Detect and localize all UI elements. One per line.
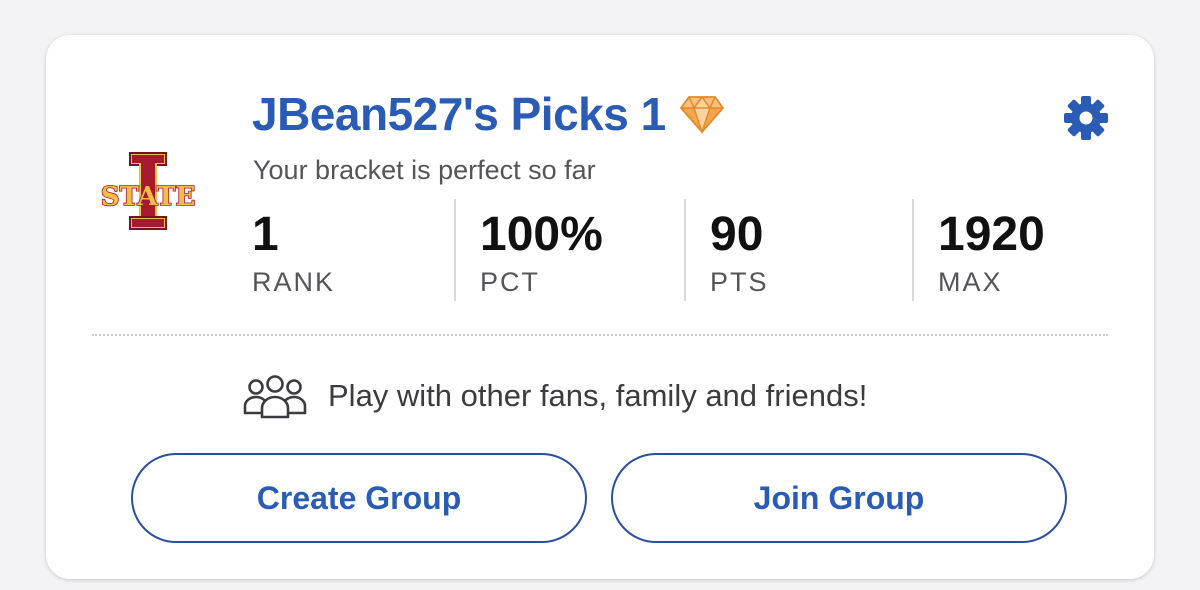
- section-divider: [92, 334, 1108, 336]
- diamond-icon: [679, 95, 724, 134]
- stat-value: 100%: [480, 208, 603, 261]
- stat-divider: [684, 199, 686, 301]
- join-group-button[interactable]: Join Group: [611, 453, 1067, 543]
- stat-divider: [912, 199, 914, 301]
- group-promo-text: Play with other fans, family and friends…: [328, 378, 868, 413]
- people-group-icon: [243, 375, 307, 419]
- bracket-title[interactable]: JBean527's Picks 1: [252, 87, 666, 141]
- stat-divider: [454, 199, 456, 301]
- bracket-status: Your bracket is perfect so far: [253, 155, 596, 185]
- stats-row: 1 RANK 100% PCT 90 PTS 1920 MAX: [252, 197, 1112, 303]
- gear-icon[interactable]: [1061, 93, 1111, 143]
- stat-value: 90: [710, 208, 764, 261]
- group-promo: Play with other fans, family and friends…: [242, 373, 867, 419]
- stat-label: MAX: [938, 267, 1003, 297]
- stat-label: PTS: [710, 267, 769, 297]
- bracket-title-row: JBean527's Picks 1: [252, 87, 724, 141]
- stat-value: 1920: [938, 208, 1045, 261]
- stat-value: 1: [252, 208, 279, 261]
- stat-label: RANK: [252, 267, 336, 297]
- stat-label: PCT: [480, 267, 540, 297]
- create-group-button[interactable]: Create Group: [131, 453, 587, 543]
- logo-state-text: STATE: [101, 182, 196, 212]
- iowa-state-logo: STATE: [100, 152, 196, 230]
- bracket-card: STATE JBean527's Picks 1 Your bracket is…: [46, 35, 1154, 579]
